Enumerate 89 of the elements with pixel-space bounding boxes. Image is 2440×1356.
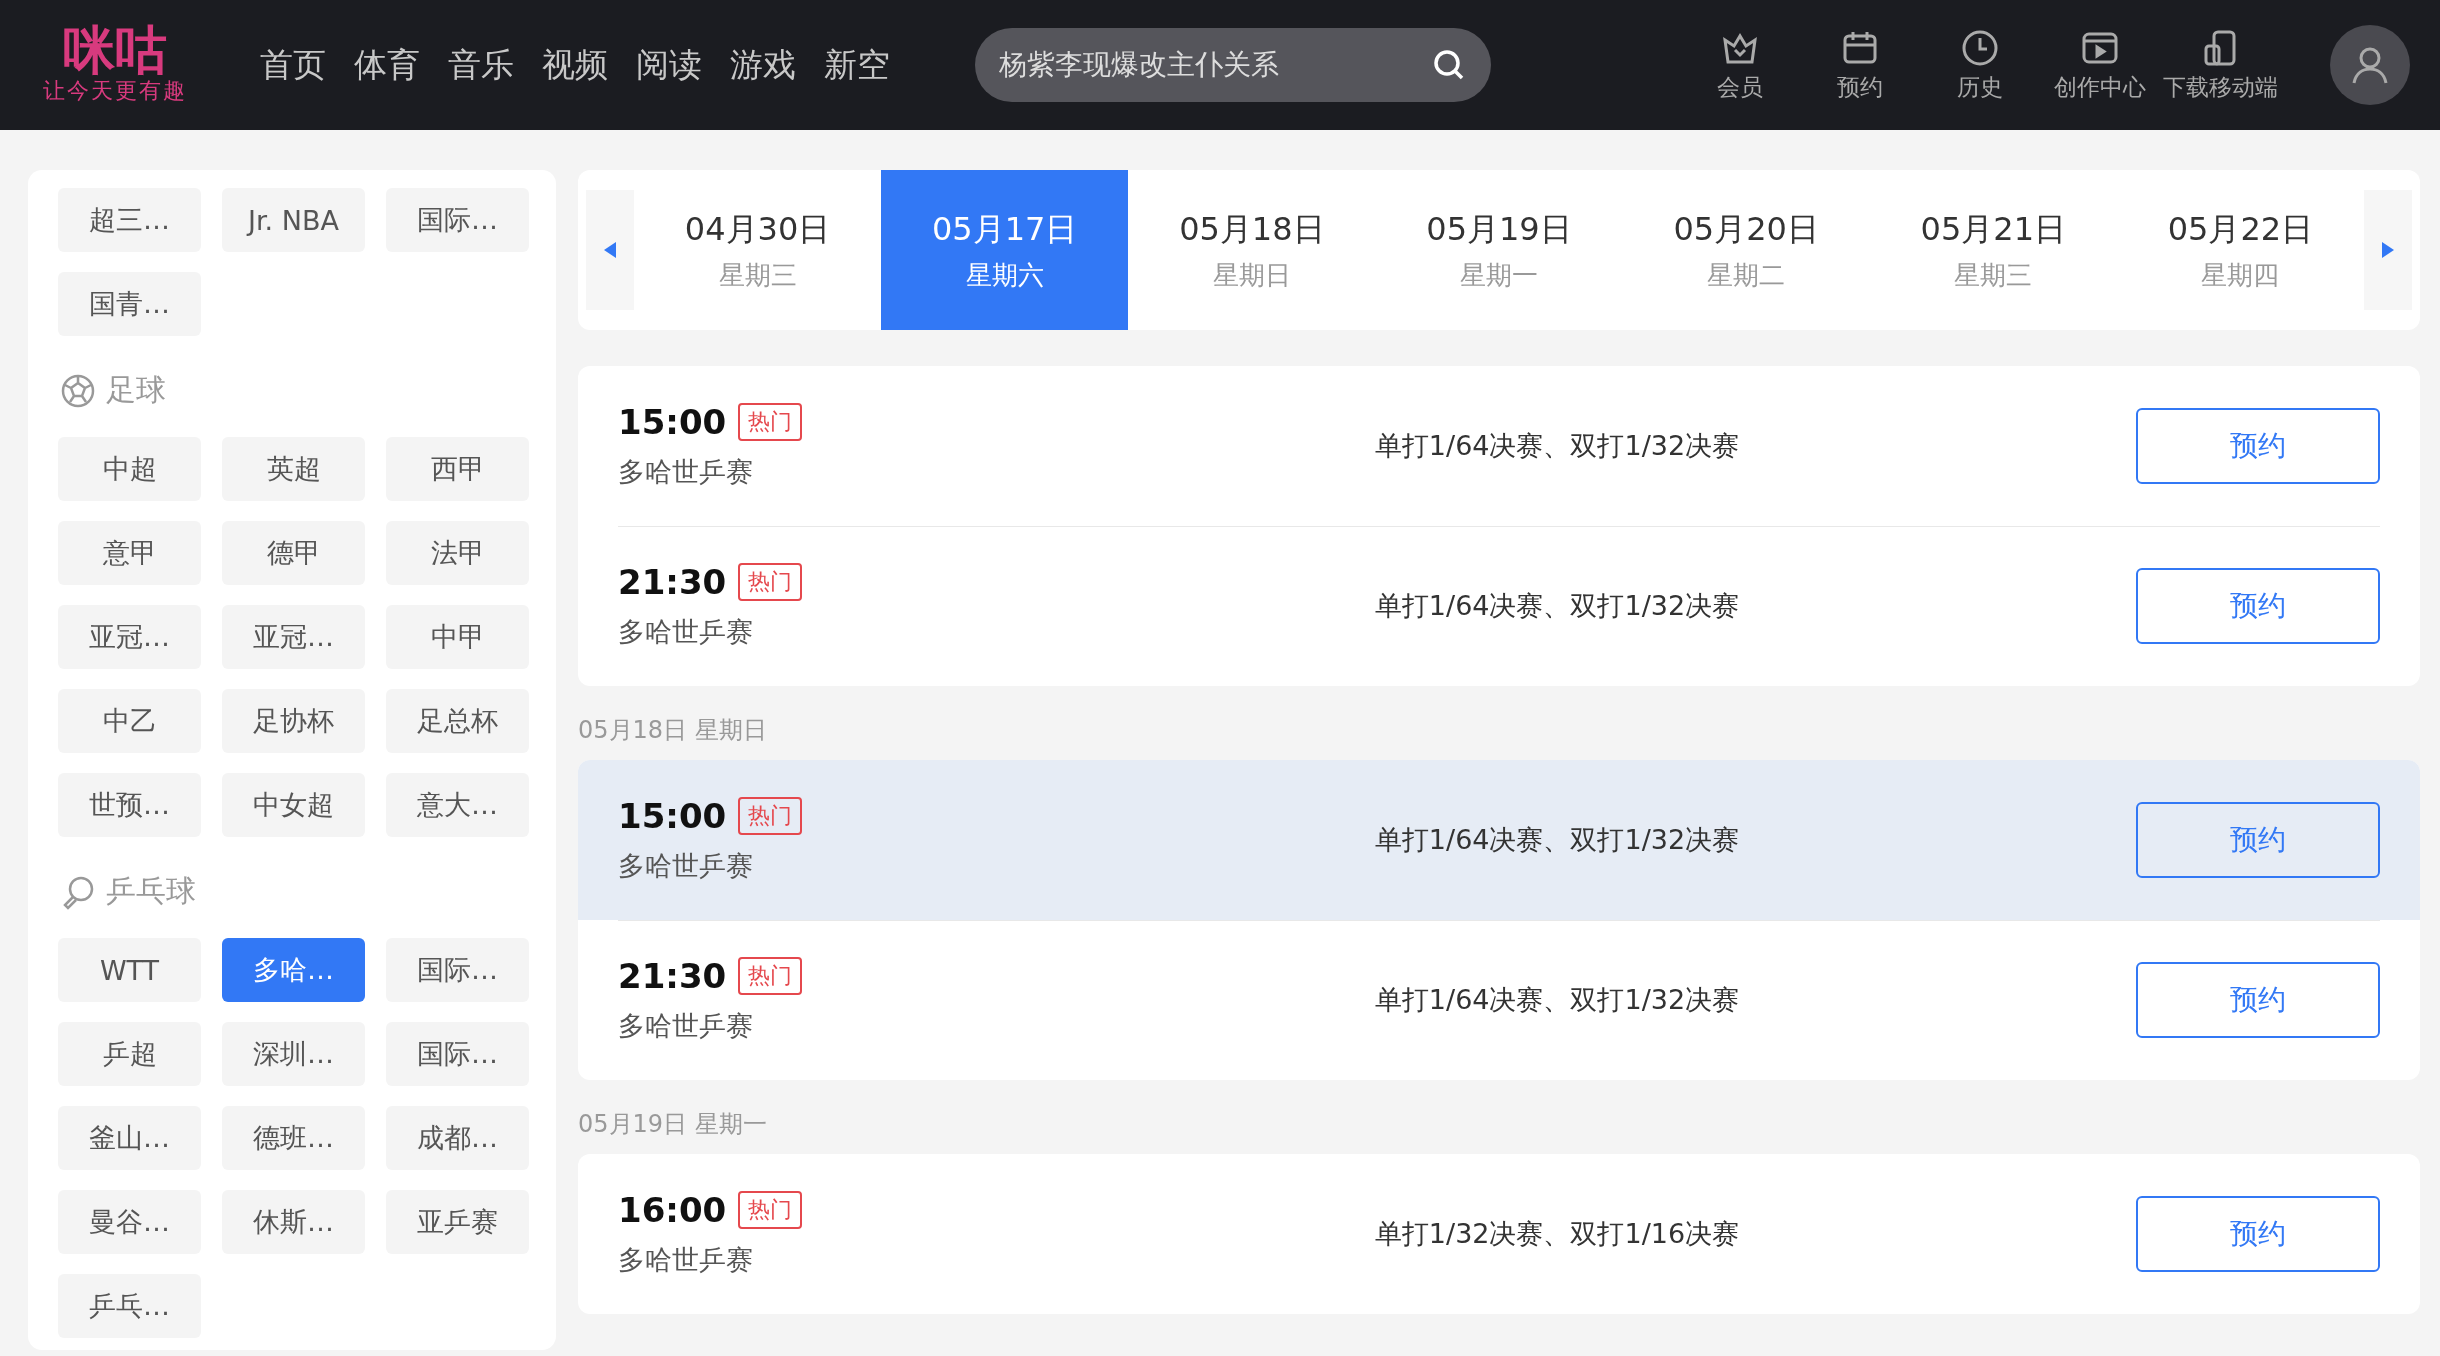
category-button[interactable]: 乒超 bbox=[58, 1022, 201, 1086]
category-button[interactable]: 亚乒赛 bbox=[386, 1190, 529, 1254]
category-button[interactable]: 休斯… bbox=[222, 1190, 365, 1254]
match-time: 15:00 bbox=[618, 402, 727, 442]
search-field[interactable]: 杨紫李现爆改主仆关系 bbox=[975, 28, 1491, 102]
nav-link[interactable]: 阅读 bbox=[636, 42, 702, 88]
nav-link[interactable]: 体育 bbox=[354, 42, 420, 88]
nav-link[interactable]: 音乐 bbox=[448, 42, 514, 88]
category-button[interactable]: 德班… bbox=[222, 1106, 365, 1170]
match-time: 15:00 bbox=[618, 796, 727, 836]
football-icon bbox=[60, 372, 96, 409]
category-button[interactable]: 足总杯 bbox=[386, 689, 529, 753]
reserve-button[interactable]: 预约 bbox=[2136, 568, 2380, 644]
category-button[interactable]: 釜山… bbox=[58, 1106, 201, 1170]
event-name: 多哈世乒赛 bbox=[618, 455, 754, 489]
date-tab[interactable]: 05月17日 星期六 bbox=[881, 170, 1129, 330]
category-button[interactable]: 曼谷… bbox=[58, 1190, 201, 1254]
category-button[interactable]: 中女超 bbox=[222, 773, 365, 837]
match-round: 单打1/64决赛、双打1/32决赛 bbox=[1373, 589, 1741, 623]
category-button[interactable]: 法甲 bbox=[386, 521, 529, 585]
category-button[interactable]: 国青… bbox=[58, 272, 201, 336]
category-button[interactable]: 足协杯 bbox=[222, 689, 365, 753]
date-tab[interactable]: 05月19日 星期一 bbox=[1375, 170, 1623, 330]
category-button[interactable]: 国际… bbox=[386, 1022, 529, 1086]
match-round: 单打1/64决赛、双打1/32决赛 bbox=[1373, 429, 1741, 463]
category-button[interactable]: 亚冠… bbox=[58, 605, 201, 669]
hot-tag: 热门 bbox=[738, 403, 803, 441]
category-button[interactable]: 超三… bbox=[58, 188, 201, 252]
date-tab[interactable]: 05月20日 星期二 bbox=[1622, 170, 1870, 330]
match-round: 单打1/64决赛、双打1/32决赛 bbox=[1373, 823, 1741, 857]
match-round: 单打1/64决赛、双打1/32决赛 bbox=[1373, 983, 1741, 1017]
category-button[interactable]: 德甲 bbox=[222, 521, 365, 585]
category-button[interactable]: 中超 bbox=[58, 437, 201, 501]
reserve-button[interactable]: 预约 bbox=[2136, 962, 2380, 1038]
category-button[interactable]: 意甲 bbox=[58, 521, 201, 585]
category-button[interactable]: 中甲 bbox=[386, 605, 529, 669]
logo-text[interactable]: 咪咕 bbox=[63, 24, 167, 76]
hot-tag: 热门 bbox=[738, 957, 803, 995]
event-name: 多哈世乒赛 bbox=[618, 849, 754, 883]
date-heading: 05月18日 星期日 bbox=[578, 715, 768, 746]
category-button[interactable]: 深圳… bbox=[222, 1022, 365, 1086]
date-tab[interactable]: 04月30日 星期三 bbox=[634, 170, 882, 330]
category-button[interactable]: 成都… bbox=[386, 1106, 529, 1170]
event-name: 多哈世乒赛 bbox=[618, 1009, 754, 1043]
event-name: 多哈世乒赛 bbox=[618, 615, 754, 649]
nav-link[interactable]: 视频 bbox=[542, 42, 608, 88]
category-button[interactable]: 国际… bbox=[386, 188, 529, 252]
category-button[interactable]: 乒乓… bbox=[58, 1274, 201, 1338]
reserve-button[interactable]: 预约 bbox=[2136, 802, 2380, 878]
date-tab[interactable]: 05月18日 星期日 bbox=[1128, 170, 1376, 330]
match-round: 单打1/32决赛、双打1/16决赛 bbox=[1373, 1217, 1741, 1251]
match-time: 21:30 bbox=[618, 562, 727, 602]
reserve-button[interactable]: 预约 bbox=[2136, 408, 2380, 484]
category-button[interactable]: 西甲 bbox=[386, 437, 529, 501]
category-button[interactable]: WTT bbox=[58, 938, 201, 1002]
date-tab[interactable]: 05月21日 星期三 bbox=[1869, 170, 2117, 330]
logo-slogan: 让今天更有趣 bbox=[43, 77, 187, 105]
nav-link[interactable]: 首页 bbox=[260, 42, 326, 88]
match-row[interactable]: 21:30 热门 多哈世乒赛 单打1/64决赛、双打1/32决赛 预约 bbox=[578, 526, 2420, 686]
action-label[interactable]: 预约 bbox=[1837, 71, 1883, 103]
match-row[interactable]: 16:00 热门 多哈世乒赛 单打1/32决赛、双打1/16决赛 预约 bbox=[578, 1154, 2420, 1314]
nav-link[interactable]: 新空 bbox=[824, 42, 890, 88]
match-time: 21:30 bbox=[618, 956, 727, 996]
match-row[interactable]: 15:00 热门 多哈世乒赛 单打1/64决赛、双打1/32决赛 预约 bbox=[578, 760, 2420, 920]
category-button[interactable]: 亚冠… bbox=[222, 605, 365, 669]
section-title: 足球 bbox=[106, 371, 166, 409]
date-tab[interactable]: 05月22日 星期四 bbox=[2116, 170, 2364, 330]
action-label[interactable]: 下载移动端 bbox=[2162, 71, 2278, 103]
action-label[interactable]: 历史 bbox=[1957, 71, 2003, 103]
action-label[interactable]: 会员 bbox=[1717, 71, 1763, 103]
hot-tag: 热门 bbox=[738, 797, 803, 835]
category-button[interactable]: Jr. NBA bbox=[222, 188, 365, 252]
match-time: 16:00 bbox=[618, 1190, 727, 1230]
category-button[interactable]: 世预… bbox=[58, 773, 201, 837]
date-heading: 05月19日 星期一 bbox=[578, 1109, 768, 1140]
event-name: 多哈世乒赛 bbox=[618, 1243, 754, 1277]
category-button[interactable]: 多哈… bbox=[222, 938, 365, 1002]
match-row[interactable]: 15:00 热门 多哈世乒赛 单打1/64决赛、双打1/32决赛 预约 bbox=[578, 366, 2420, 526]
hot-tag: 热门 bbox=[738, 1191, 803, 1229]
section-title: 乒乓球 bbox=[106, 872, 196, 910]
nav-link[interactable]: 游戏 bbox=[730, 42, 796, 88]
category-button[interactable]: 意大… bbox=[386, 773, 529, 837]
category-button[interactable]: 国际… bbox=[386, 938, 529, 1002]
category-button[interactable]: 英超 bbox=[222, 437, 365, 501]
hot-tag: 热门 bbox=[738, 563, 803, 601]
action-label[interactable]: 创作中心 bbox=[2054, 71, 2146, 103]
match-row[interactable]: 21:30 热门 多哈世乒赛 单打1/64决赛、双打1/32决赛 预约 bbox=[578, 920, 2420, 1080]
category-button[interactable]: 中乙 bbox=[58, 689, 201, 753]
reserve-button[interactable]: 预约 bbox=[2136, 1196, 2380, 1272]
